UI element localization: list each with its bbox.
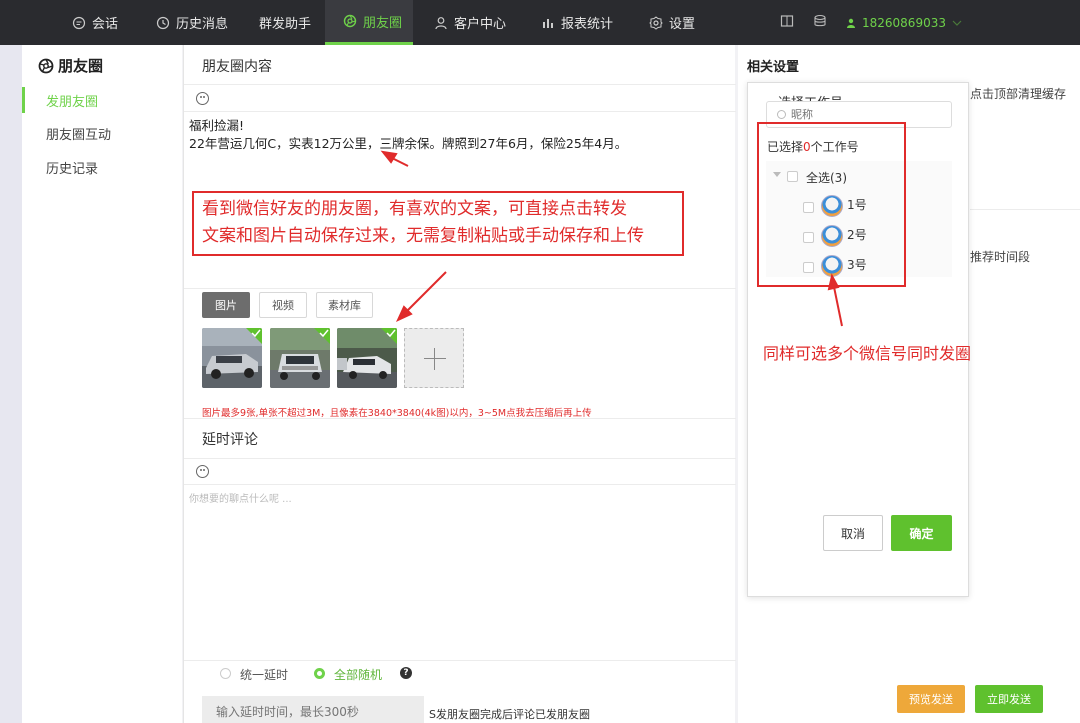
radio-random[interactable] (314, 668, 325, 679)
active-indicator (22, 87, 25, 113)
radio-uniform-delay[interactable] (220, 668, 231, 679)
sidebar-item-interaction[interactable]: 朋友圈互动 (46, 124, 111, 143)
settings-title: 相关设置 (747, 60, 800, 75)
divider (184, 111, 736, 112)
delay-time-input[interactable] (202, 696, 424, 723)
annotation-box (757, 122, 906, 287)
nav-tab-customers[interactable]: 客户中心 (434, 0, 506, 45)
car-photo (270, 328, 330, 388)
nav-tab-broadcast[interactable]: 群发助手 (259, 0, 311, 45)
post-line: 22年营运几何C，实表12万公里，三牌余保。牌照到27年6月，保险25年4月。 (189, 136, 628, 151)
user-icon (847, 18, 855, 28)
nav-tab-history[interactable]: 历史消息 (156, 0, 228, 45)
callout-box: 看到微信好友的朋友圈，有喜欢的文案，可直接点击转发 文案和图片自动保存过来，无需… (192, 191, 684, 256)
delay-comment-title: 延时评论 (202, 432, 258, 448)
bar-chart-icon (543, 18, 553, 28)
user-account[interactable]: 18260869033 (846, 0, 962, 45)
cancel-button[interactable]: 取消 (823, 515, 883, 551)
phone-number: 18260869033 (862, 15, 946, 30)
annotation-text: 同样可选多个微信号同时发圈 (763, 344, 972, 363)
radio-label[interactable]: 全部随机 (334, 666, 382, 683)
emoji-icon[interactable] (196, 465, 209, 478)
recommended-time-label: 推荐时间段 (970, 250, 1031, 264)
database-icon[interactable] (813, 14, 827, 28)
sidebar-title-text: 朋友圈 (58, 57, 104, 75)
divider (184, 458, 736, 459)
preview-send-button[interactable]: 预览发送 (897, 685, 965, 713)
nav-label: 历史消息 (176, 17, 229, 32)
tab-images[interactable]: 图片 (202, 292, 250, 318)
tab-video[interactable]: 视频 (259, 292, 307, 318)
divider (184, 288, 736, 289)
callout-line: 看到微信好友的朋友圈，有喜欢的文案，可直接点击转发 (202, 199, 627, 219)
chat-icon (72, 16, 86, 29)
nav-label: 报表统计 (561, 17, 614, 32)
divider (184, 660, 736, 661)
emoji-icon[interactable] (196, 92, 209, 105)
comment-input[interactable]: 你想要的聊点什么呢 ... (189, 490, 292, 505)
divider (184, 84, 736, 85)
image-thumbnail[interactable] (270, 328, 330, 388)
tab-material-library[interactable]: 素材库 (316, 292, 373, 318)
sidebar-item-history[interactable]: 历史记录 (46, 158, 98, 177)
help-icon[interactable]: ? (400, 667, 412, 679)
add-image-button[interactable] (404, 328, 464, 388)
top-nav: 会话 历史消息 群发助手 朋友圈 客户中心 报表统计 设置 1826086903… (0, 0, 1080, 45)
nav-label: 群发助手 (259, 17, 312, 32)
moments-icon (343, 14, 357, 28)
nav-label: 会话 (92, 17, 119, 32)
radio-label[interactable]: 统一延时 (240, 666, 288, 683)
gear-icon (649, 15, 663, 30)
image-thumbnail[interactable] (337, 328, 397, 388)
callout-line: 文案和图片自动保存过来，无需复制粘贴或手动保存和上传 (202, 226, 644, 246)
cache-hint: 点击顶部清理缓存 (970, 87, 1067, 101)
content-title: 朋友圈内容 (202, 59, 272, 75)
divider (184, 484, 736, 485)
divider (970, 209, 1080, 210)
nav-label: 朋友圈 (363, 15, 403, 31)
car-photo (337, 328, 397, 388)
car-photo (202, 328, 262, 388)
image-thumbnail[interactable] (202, 328, 262, 388)
clock-icon (156, 16, 170, 29)
left-strip (0, 45, 22, 723)
nav-tab-settings[interactable]: 设置 (649, 0, 695, 45)
nav-tab-chat[interactable]: 会话 (72, 0, 118, 45)
sidebar-title: 朋友圈 (38, 55, 103, 76)
chevron-down-icon (952, 20, 962, 26)
nav-tab-reports[interactable]: 报表统计 (541, 0, 613, 45)
send-now-button[interactable]: 立即发送 (975, 685, 1043, 713)
sidebar: 朋友圈 发朋友圈 朋友圈互动 历史记录 (22, 45, 182, 723)
confirm-button[interactable]: 确定 (891, 515, 952, 551)
sidebar-item-post[interactable]: 发朋友圈 (46, 91, 98, 110)
book-icon[interactable] (780, 14, 794, 28)
delay-note: S发朋友圈完成后评论已发朋友圈 (429, 708, 590, 721)
divider (184, 418, 736, 419)
nav-label: 客户中心 (454, 17, 507, 32)
nav-tab-moments[interactable]: 朋友圈 (325, 0, 413, 45)
main-panel: 朋友圈内容 福利捡漏! 22年营运几何C，实表12万公里，三牌余保。牌照到27年… (183, 45, 736, 723)
nav-label: 设置 (669, 17, 696, 32)
moments-icon (38, 58, 54, 73)
user-icon (435, 16, 447, 29)
image-limit-hint[interactable]: 图片最多9张,单张不超过3M，且像素在3840*3840(4k图)以内，3~5M… (202, 405, 592, 419)
post-text[interactable]: 福利捡漏! 22年营运几何C，实表12万公里，三牌余保。牌照到27年6月，保险2… (189, 117, 627, 153)
search-icon (777, 110, 786, 119)
post-line: 福利捡漏! (189, 118, 245, 133)
